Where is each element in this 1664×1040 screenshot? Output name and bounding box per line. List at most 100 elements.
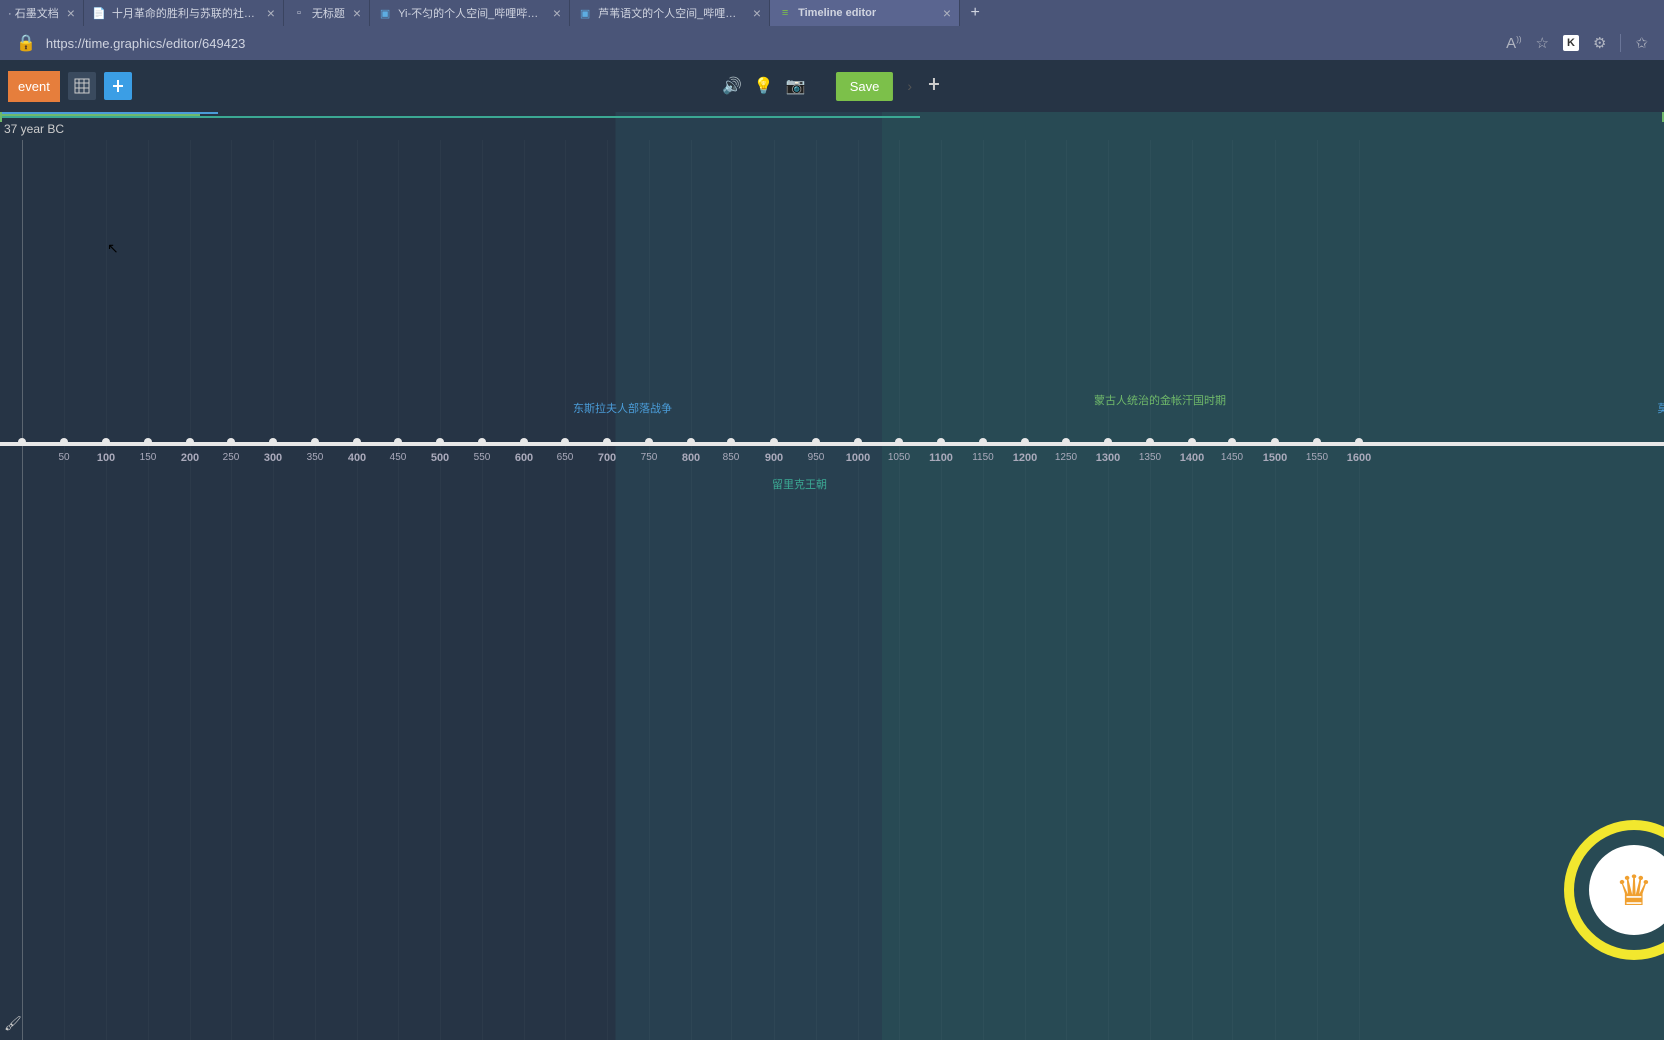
camera-icon[interactable]: 📷 xyxy=(786,76,806,96)
axis-tick xyxy=(895,438,903,446)
publish-icon[interactable] xyxy=(926,76,942,97)
gridline xyxy=(315,140,316,1040)
timeline-icon: ≡ xyxy=(778,6,792,20)
tab-title: Yi-不匀的个人空间_哔哩哔哩_bi xyxy=(398,5,545,21)
toolbar-center: 🔊 💡 📷 Save › xyxy=(722,72,942,101)
axis-tick xyxy=(1146,438,1154,446)
bilibili-icon: ▣ xyxy=(378,6,392,20)
axis-tick xyxy=(18,438,26,446)
gridline xyxy=(691,140,692,1040)
tab-title: 十月革命的胜利与苏联的社会主 xyxy=(112,5,259,21)
event-range-rurik[interactable] xyxy=(0,116,920,118)
event-label[interactable]: 蒙古人统治的金帐汗国时期 xyxy=(1094,392,1226,408)
collections-icon[interactable]: ✩ xyxy=(1635,34,1648,52)
doc-icon: 📄 xyxy=(92,6,106,20)
event-label-partial[interactable]: 莫 xyxy=(1658,400,1664,416)
tab-title: Timeline editor xyxy=(798,7,935,19)
tab-3[interactable]: ▣ Yi-不匀的个人空间_哔哩哔哩_bi × xyxy=(370,0,570,26)
axis-tick-label: 850 xyxy=(723,452,740,463)
axis-tick-label: 1050 xyxy=(888,452,910,463)
axis-tick-label: 1300 xyxy=(1096,452,1120,464)
address-bar: 🔒 https://time.graphics/editor/649423 A)… xyxy=(0,26,1664,60)
axis-tick xyxy=(394,438,402,446)
timeline-view-button[interactable] xyxy=(104,72,132,100)
close-icon[interactable]: × xyxy=(353,5,361,21)
close-icon[interactable]: × xyxy=(943,5,951,21)
gridline xyxy=(649,140,650,1040)
close-icon[interactable]: × xyxy=(753,5,761,21)
tab-4[interactable]: ▣ 芦苇语文的个人空间_哔哩哔哩_b × xyxy=(570,0,770,26)
axis-tick-label: 450 xyxy=(390,452,407,463)
address-actions: A)) ☆ K ⚙ ✩ xyxy=(1506,34,1656,52)
gridline xyxy=(273,140,274,1040)
gridline xyxy=(524,140,525,1040)
gridline xyxy=(731,140,732,1040)
axis-tick xyxy=(1062,438,1070,446)
tab-title: 芦苇语文的个人空间_哔哩哔哩_b xyxy=(598,5,745,21)
gridline xyxy=(858,140,859,1040)
axis-tick-label: 700 xyxy=(598,452,616,464)
premium-badge[interactable]: ♛ xyxy=(1564,820,1664,960)
tab-0[interactable]: · 石墨文档 × xyxy=(0,0,84,26)
axis-tick xyxy=(1313,438,1321,446)
axis-tick-label: 900 xyxy=(765,452,783,464)
axis-tick xyxy=(227,438,235,446)
axis-tick xyxy=(645,438,653,446)
extensions-icon[interactable]: ⚙ xyxy=(1593,34,1606,52)
axis-tick xyxy=(561,438,569,446)
axis-tick-label: 800 xyxy=(682,452,700,464)
add-event-button[interactable]: event xyxy=(8,71,60,102)
gridline xyxy=(148,140,149,1040)
timeline-canvas[interactable]: 37 year BC 东斯拉夫人部落战争 蒙古人统治的金帐汗国时期 莫 5010… xyxy=(0,112,1664,1040)
gridline xyxy=(190,140,191,1040)
close-icon[interactable]: × xyxy=(67,5,75,21)
timeline-axis[interactable]: 5010015020025030035040045050055060065070… xyxy=(0,442,1664,446)
axis-tick-label: 950 xyxy=(808,452,825,463)
event-label[interactable]: 东斯拉夫人部落战争 xyxy=(573,400,672,416)
axis-tick xyxy=(186,438,194,446)
axis-tick xyxy=(60,438,68,446)
read-aloud-icon[interactable]: A)) xyxy=(1506,35,1521,52)
lock-icon[interactable]: 🔒 xyxy=(16,33,36,53)
axis-tick xyxy=(1355,438,1363,446)
new-tab-button[interactable]: + xyxy=(960,0,990,26)
axis-tick xyxy=(770,438,778,446)
extension-k-icon[interactable]: K xyxy=(1563,35,1579,51)
close-icon[interactable]: × xyxy=(553,5,561,21)
axis-tick xyxy=(436,438,444,446)
gridline xyxy=(22,140,23,1040)
tab-1[interactable]: 📄 十月革命的胜利与苏联的社会主 × xyxy=(84,0,284,26)
axis-tick xyxy=(687,438,695,446)
axis-tick-label: 1500 xyxy=(1263,452,1287,464)
favorite-icon[interactable]: ☆ xyxy=(1536,34,1549,52)
axis-tick xyxy=(311,438,319,446)
gridline xyxy=(106,140,107,1040)
axis-tick-label: 1000 xyxy=(846,452,870,464)
axis-tick-label: 1150 xyxy=(972,452,994,463)
table-view-button[interactable] xyxy=(68,72,96,100)
save-button[interactable]: Save xyxy=(836,72,894,101)
axis-tick-label: 1200 xyxy=(1013,452,1037,464)
gridline xyxy=(899,140,900,1040)
tab-5[interactable]: ≡ Timeline editor × xyxy=(770,0,960,26)
gridline xyxy=(357,140,358,1040)
url-text[interactable]: https://time.graphics/editor/649423 xyxy=(46,36,1506,51)
axis-tick xyxy=(1228,438,1236,446)
axis-tick-label: 1600 xyxy=(1347,452,1371,464)
axis-tick-label: 1450 xyxy=(1221,452,1243,463)
event-label[interactable]: 留里克王朝 xyxy=(772,476,827,492)
axis-tick-label: 500 xyxy=(431,452,449,464)
axis-tick xyxy=(1188,438,1196,446)
axis-tick-label: 750 xyxy=(641,452,658,463)
axis-tick xyxy=(1104,438,1112,446)
lightbulb-icon[interactable]: 💡 xyxy=(754,76,774,96)
tab-2[interactable]: ▫ 无标题 × xyxy=(284,0,370,26)
sound-icon[interactable]: 🔊 xyxy=(722,76,742,96)
axis-tick xyxy=(478,438,486,446)
close-icon[interactable]: × xyxy=(267,5,275,21)
brush-tool-icon[interactable]: 🖌 xyxy=(4,1015,22,1032)
axis-tick xyxy=(144,438,152,446)
tab-title: · 石墨文档 xyxy=(8,5,59,21)
gridline xyxy=(64,140,65,1040)
browser-tab-bar: · 石墨文档 × 📄 十月革命的胜利与苏联的社会主 × ▫ 无标题 × ▣ Yi… xyxy=(0,0,1664,26)
